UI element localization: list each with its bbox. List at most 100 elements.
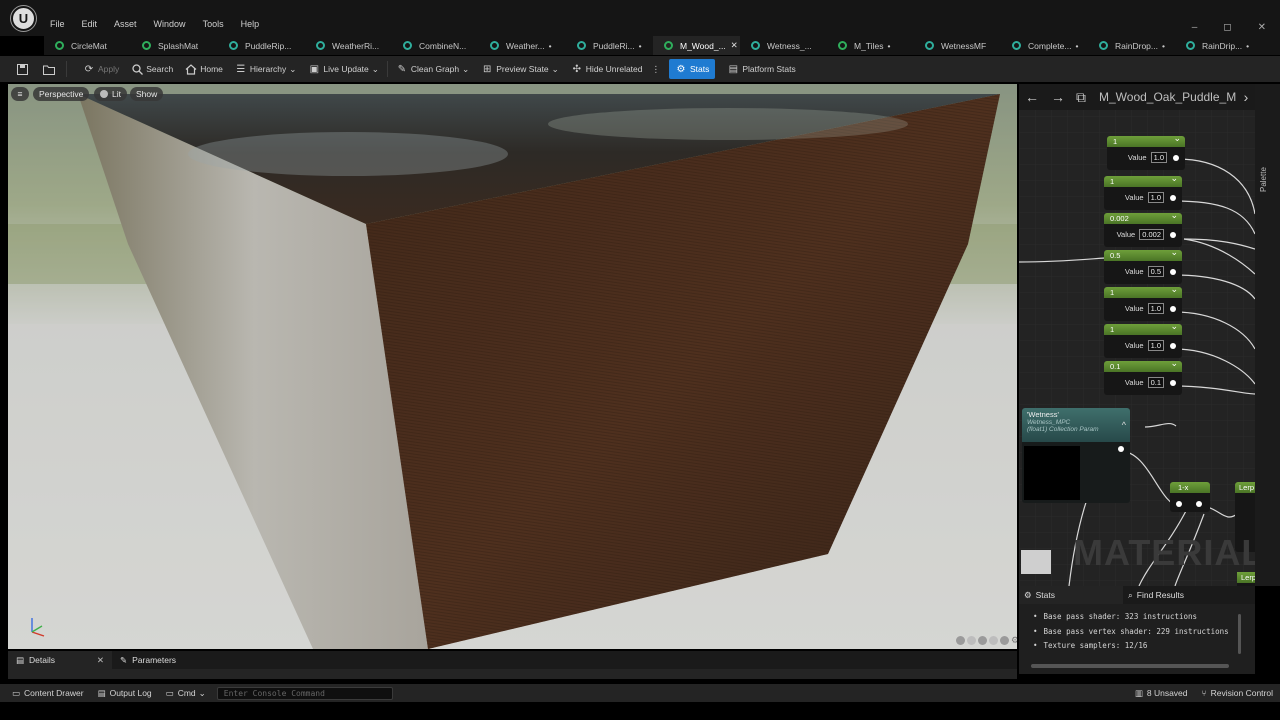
tab-asset[interactable]: CombineN...: [392, 36, 479, 55]
horizontal-scrollbar[interactable]: [1031, 664, 1229, 668]
tab-asset[interactable]: Wetness_...: [740, 36, 827, 55]
sphere-icon[interactable]: [967, 636, 976, 645]
maximize-icon[interactable]: ◻: [1223, 22, 1231, 33]
save-button[interactable]: [10, 59, 37, 79]
viewport-settings-icon[interactable]: ⚙: [1011, 636, 1017, 645]
tab-asset[interactable]: Weather... •: [479, 36, 566, 55]
more-options-button[interactable]: ⋮: [649, 59, 664, 79]
output-pin[interactable]: [1170, 306, 1176, 312]
tab-asset[interactable]: SplashMat: [131, 36, 218, 55]
window-controls: – ◻ ✕: [1192, 22, 1266, 33]
output-pin[interactable]: [1170, 380, 1176, 386]
tab-asset[interactable]: RainDrop... •: [1088, 36, 1175, 55]
tab-asset[interactable]: PuddleRip...: [218, 36, 305, 55]
forward-arrow-icon[interactable]: →: [1045, 89, 1071, 105]
value-field[interactable]: 1.0: [1150, 151, 1167, 163]
live-update-dropdown[interactable]: ▣ Live Update ⌄: [302, 59, 385, 79]
output-pin[interactable]: [1196, 501, 1202, 507]
tab-asset[interactable]: Complete... •: [1001, 36, 1088, 55]
preview-state-dropdown[interactable]: ⊞ Preview State ⌄: [475, 59, 565, 79]
material-editor-toolbar: ⟳ Apply Search Home ☰ Hierarchy ⌄ ▣ Live…: [0, 56, 1280, 82]
preview-viewport[interactable]: ≡ Perspective Lit Show ⚙: [8, 84, 1017, 649]
value-field[interactable]: 1.0: [1147, 302, 1164, 314]
console-command-input[interactable]: Enter Console Command: [216, 686, 393, 700]
output-log-button[interactable]: ▤ Output Log: [91, 684, 159, 702]
input-pin[interactable]: [1176, 501, 1182, 507]
tab-details[interactable]: ▤ Details ✕: [8, 651, 112, 669]
show-button[interactable]: Show: [130, 87, 164, 101]
output-pin[interactable]: [1170, 195, 1176, 201]
chevron-right-icon[interactable]: ›: [1239, 89, 1253, 105]
palette-side-tab[interactable]: Palette: [1255, 84, 1280, 586]
viewport-menu-button[interactable]: ≡: [11, 87, 29, 101]
collapse-chevron-icon[interactable]: ^: [1122, 420, 1126, 430]
constant-node[interactable]: 1 Value1.0: [1104, 173, 1182, 210]
constant-node[interactable]: 0.002Value0.002: [1104, 210, 1182, 247]
value-field[interactable]: 0.5: [1147, 265, 1164, 277]
value-field[interactable]: 0.1: [1147, 376, 1164, 388]
tab-stats[interactable]: ⚙ Stats: [1019, 586, 1123, 604]
tab-asset[interactable]: RainDrip... •: [1175, 36, 1262, 55]
output-pin[interactable]: [1170, 343, 1176, 349]
value-field[interactable]: 1.0: [1147, 191, 1164, 203]
browse-button[interactable]: [37, 59, 64, 79]
menu-window[interactable]: Window: [154, 19, 186, 29]
menu-asset[interactable]: Asset: [114, 19, 137, 29]
cylinder-icon[interactable]: [956, 636, 965, 645]
close-window-icon[interactable]: ✕: [1258, 22, 1266, 33]
minimize-icon[interactable]: –: [1192, 22, 1198, 33]
perspective-button[interactable]: Perspective: [33, 87, 90, 101]
material-graph-panel[interactable]: ← → ⧉ M_Wood_Oak_Puddle_M › 1Value1.01Va…: [1019, 84, 1255, 586]
value-field[interactable]: 1.0: [1147, 339, 1164, 351]
lerp-node-lower[interactable]: Lerp: [1237, 572, 1255, 586]
value-label: Value: [1124, 192, 1144, 202]
tab-asset[interactable]: WetnessMF: [914, 36, 1001, 55]
platform-stats-button[interactable]: ▤ Platform Stats: [721, 59, 801, 79]
menu-edit[interactable]: Edit: [82, 19, 98, 29]
close-tab-icon[interactable]: ✕: [731, 40, 738, 51]
constant-node[interactable]: 1 Value1.0: [1104, 321, 1182, 358]
search-icon: [131, 63, 143, 75]
output-pin[interactable]: [1170, 232, 1176, 238]
wetness-collection-param-node[interactable]: 'Wetness' Wetness_MPC (float1) Collectio…: [1022, 408, 1130, 503]
tab-find-results[interactable]: ⌕ Find Results: [1123, 586, 1189, 604]
tab-asset[interactable]: WeatherRi...: [305, 36, 392, 55]
tab-asset[interactable]: CircleMat: [44, 36, 131, 55]
cmd-dropdown[interactable]: ▭ Cmd ⌄: [159, 684, 213, 702]
constant-node[interactable]: 0.5Value0.5: [1104, 247, 1182, 284]
search-button[interactable]: Search: [125, 59, 179, 79]
tab-parameters[interactable]: ✎ Parameters: [112, 651, 184, 669]
status-bar-right: ▥ 8 Unsaved ⑂ Revision Control: [1128, 684, 1280, 702]
constant-node[interactable]: 1 Value1.0: [1107, 133, 1185, 170]
revision-control-button[interactable]: ⑂ Revision Control: [1195, 684, 1280, 702]
home-button[interactable]: Home: [179, 59, 229, 79]
tab-asset[interactable]: PuddleRi... •: [566, 36, 653, 55]
menu-help[interactable]: Help: [241, 19, 260, 29]
apply-button[interactable]: ⟳ Apply: [77, 59, 125, 79]
constant-node[interactable]: 0.1Value0.1: [1104, 358, 1182, 395]
constant-node[interactable]: 1 Value1.0: [1104, 284, 1182, 321]
teapot-icon[interactable]: [1000, 636, 1009, 645]
unreal-logo-icon[interactable]: [10, 5, 37, 32]
stats-toggle-button[interactable]: ⚙ Stats: [669, 59, 716, 79]
menu-tools[interactable]: Tools: [203, 19, 224, 29]
output-pin[interactable]: [1173, 155, 1179, 161]
vertical-scrollbar[interactable]: [1238, 614, 1241, 654]
menu-file[interactable]: File: [50, 19, 65, 29]
one-minus-node[interactable]: 1-x: [1170, 482, 1210, 512]
clean-graph-dropdown[interactable]: ✎ Clean Graph ⌄: [390, 59, 475, 79]
content-drawer-button[interactable]: ▭ Content Drawer: [5, 684, 91, 702]
back-arrow-icon[interactable]: ←: [1019, 89, 1045, 105]
lit-button[interactable]: Lit: [94, 87, 127, 101]
tab-asset[interactable]: M_Tiles •: [827, 36, 914, 55]
cube-icon[interactable]: [989, 636, 998, 645]
plane-icon[interactable]: [978, 636, 987, 645]
hierarchy-dropdown[interactable]: ☰ Hierarchy ⌄: [229, 59, 303, 79]
tab-asset[interactable]: M_Wood_... ✕: [653, 36, 740, 55]
close-tab-icon[interactable]: ✕: [97, 655, 104, 666]
output-pin[interactable]: [1170, 269, 1176, 275]
unsaved-button[interactable]: ▥ 8 Unsaved: [1128, 684, 1195, 702]
output-pin[interactable]: [1118, 446, 1124, 452]
value-field[interactable]: 0.002: [1139, 228, 1164, 240]
hide-unrelated-button[interactable]: ✣ Hide Unrelated: [565, 59, 649, 79]
